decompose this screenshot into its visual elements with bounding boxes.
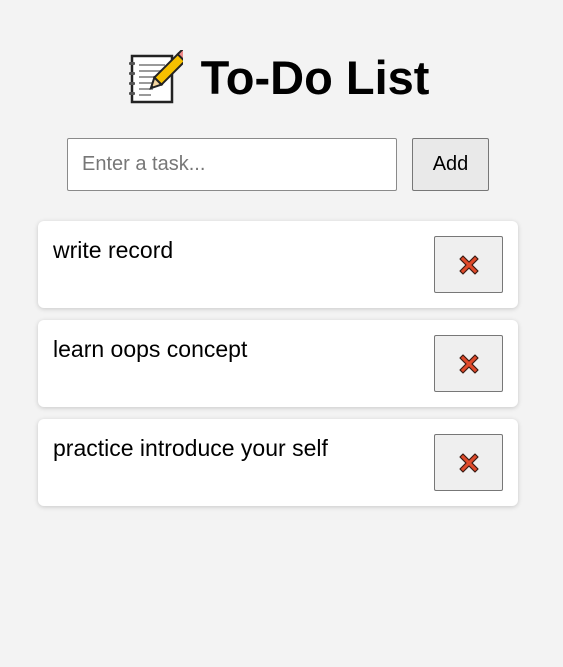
memo-icon (127, 47, 191, 106)
title-text: To-Do List (200, 51, 430, 104)
add-button[interactable]: Add (412, 138, 489, 191)
page-title: To-Do List (38, 47, 518, 106)
add-task-form: Add (67, 138, 489, 191)
cross-mark-icon (458, 254, 479, 275)
task-item: write record (38, 221, 518, 308)
task-list: write record learn oops concept practice… (38, 221, 518, 518)
task-item: practice introduce your self (38, 419, 518, 506)
cross-mark-icon (458, 452, 479, 473)
delete-task-button[interactable] (434, 236, 503, 293)
task-item: learn oops concept (38, 320, 518, 407)
delete-task-button[interactable] (434, 434, 503, 491)
task-text: practice introduce your self (53, 435, 328, 461)
task-input[interactable] (67, 138, 397, 191)
delete-task-button[interactable] (434, 335, 503, 392)
task-text: learn oops concept (53, 336, 248, 362)
task-text: write record (53, 237, 174, 263)
cross-mark-icon (458, 353, 479, 374)
